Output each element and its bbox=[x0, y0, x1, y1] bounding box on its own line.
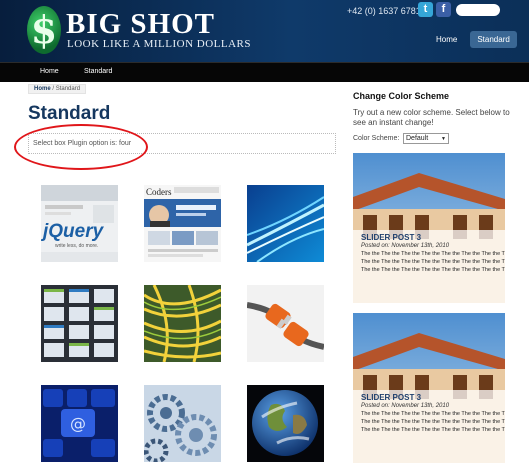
top-nav: Home Standard bbox=[429, 31, 517, 48]
slider-title[interactable]: SLIDER POST 3 bbox=[361, 393, 497, 402]
thumb-gears[interactable] bbox=[144, 385, 221, 462]
search-input[interactable] bbox=[456, 4, 500, 16]
main-menu-bar: Home Standard bbox=[0, 62, 529, 82]
slider-date: Posted on: November 13th, 2010 bbox=[361, 403, 450, 409]
thumb-plugs[interactable] bbox=[247, 285, 324, 362]
jquery-tagline: write less, do more. bbox=[55, 243, 98, 249]
sidebar-intro: Try out a new color scheme. Select below… bbox=[353, 108, 510, 127]
slider-caption: SLIDER POST 3 Posted on: November 13th, … bbox=[353, 390, 505, 463]
slider-caption: SLIDER POST 3 Posted on: November 13th, … bbox=[353, 230, 505, 303]
thumb-calendar[interactable] bbox=[41, 285, 118, 362]
thumb-light-streaks[interactable] bbox=[247, 185, 324, 262]
thumb-jquery[interactable]: jQuery write less, do more. bbox=[41, 185, 118, 262]
color-scheme-select[interactable]: Default ▼ bbox=[403, 133, 449, 144]
menu-item-standard[interactable]: Standard bbox=[84, 68, 112, 75]
dollar-logo-icon[interactable]: $ bbox=[27, 6, 61, 54]
breadcrumb: Home / Standard bbox=[28, 84, 87, 94]
color-scheme-value: Default bbox=[406, 135, 429, 142]
thumb-earth[interactable] bbox=[247, 385, 324, 462]
site-tagline: LOOK LIKE A MILLION DOLLARS bbox=[67, 38, 251, 50]
thumb-keyboard[interactable]: @ bbox=[41, 385, 118, 462]
slider-title[interactable]: SLIDER POST 3 bbox=[361, 233, 497, 242]
page-title: Standard bbox=[28, 103, 111, 124]
slider-text-line: The the The the The the The the The the … bbox=[361, 419, 505, 425]
slider-text-line: The the The the The the The the The the … bbox=[361, 427, 505, 433]
highlight-circle bbox=[14, 124, 148, 170]
slider-text-line: The the The the The the The the The the … bbox=[361, 267, 505, 273]
slider-post-1[interactable]: SLIDER POST 3 Posted on: November 13th, … bbox=[353, 153, 505, 303]
slider-date: Posted on: November 13th, 2010 bbox=[361, 243, 450, 249]
facebook-icon[interactable]: f bbox=[436, 2, 451, 17]
jquery-logo-text: jQuery bbox=[41, 221, 105, 242]
sidebar-heading: Change Color Scheme bbox=[353, 91, 450, 101]
at-key-icon: @ bbox=[70, 414, 86, 433]
slider-text-line: The the The the The the The the The the … bbox=[361, 259, 505, 265]
breadcrumb-current: Standard bbox=[55, 86, 81, 92]
top-nav-home[interactable]: Home bbox=[429, 31, 464, 48]
coders-logo-text: Coders bbox=[146, 187, 172, 197]
slider-text-line: The the The the The the The the The the … bbox=[361, 411, 505, 417]
top-nav-standard[interactable]: Standard bbox=[470, 31, 517, 48]
slider-post-2[interactable]: SLIDER POST 3 Posted on: November 13th, … bbox=[353, 313, 505, 463]
thumb-coders[interactable]: Coders bbox=[144, 185, 221, 262]
menu-item-home[interactable]: Home bbox=[40, 68, 59, 75]
thumb-cables[interactable] bbox=[144, 285, 221, 362]
site-header: $ BIG SHOT LOOK LIKE A MILLION DOLLARS +… bbox=[0, 0, 529, 62]
breadcrumb-separator: / bbox=[52, 86, 55, 92]
site-title[interactable]: BIG SHOT bbox=[66, 8, 215, 41]
slider-text-line: The the The the The the The the The the … bbox=[361, 251, 505, 257]
page: $ BIG SHOT LOOK LIKE A MILLION DOLLARS +… bbox=[0, 0, 529, 475]
breadcrumb-home[interactable]: Home bbox=[34, 86, 51, 92]
twitter-icon[interactable]: t bbox=[418, 2, 433, 17]
color-scheme-label: Color Scheme: bbox=[353, 135, 400, 142]
chevron-down-icon: ▼ bbox=[441, 136, 446, 142]
